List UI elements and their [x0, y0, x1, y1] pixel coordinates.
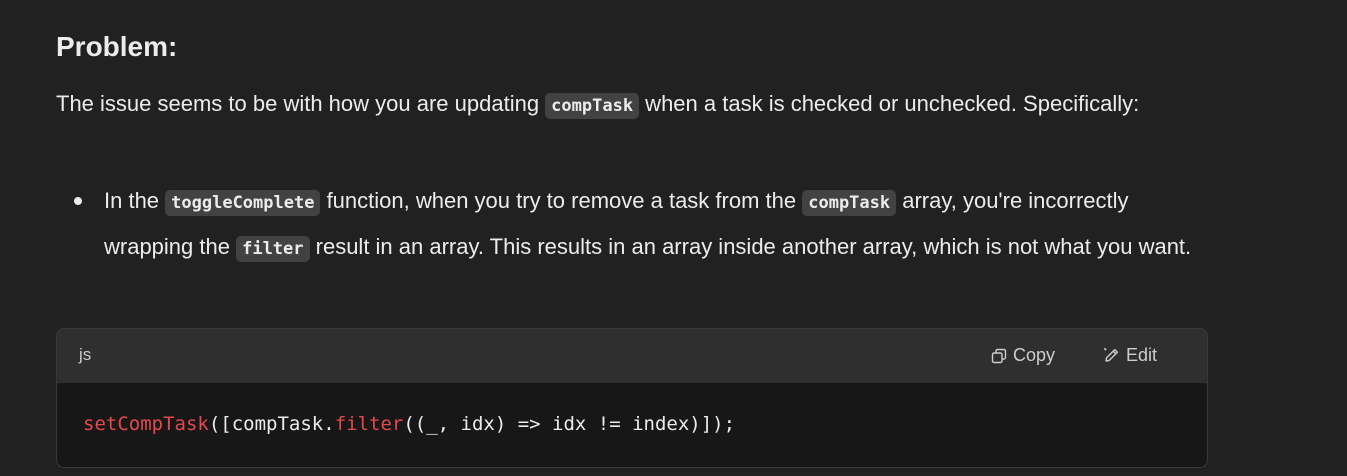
list-item: In the toggleComplete function, when you…	[56, 179, 1206, 271]
inline-code: toggleComplete	[165, 190, 321, 216]
list-item-text: In the	[104, 188, 166, 213]
edit-button[interactable]: Edit	[1103, 345, 1157, 366]
code-language-label: js	[79, 345, 92, 364]
code-line: setCompTask([compTask.filter((_, idx) =>…	[83, 413, 735, 435]
inline-code: filter	[236, 236, 310, 262]
problem-paragraph: The issue seems to be with how you are u…	[56, 83, 1206, 127]
copy-label: Copy	[1013, 345, 1056, 365]
code-block: js Copy Edit setCompTask([compTask.filte…	[56, 328, 1208, 468]
code-token-function: filter	[334, 413, 404, 435]
list-item-text: result in an array. This results in an a…	[309, 234, 1192, 259]
inline-code: compTask	[802, 190, 897, 216]
copy-icon	[991, 348, 1007, 364]
inline-code: compTask	[545, 93, 640, 119]
chat-response: Problem: The issue seems to be with how …	[0, 0, 1347, 476]
paragraph-text: The issue seems to be with how you are u…	[56, 91, 546, 116]
code-block-header: js Copy Edit	[57, 329, 1207, 383]
code-token: ([compTask.	[208, 413, 335, 435]
code-token: ((_, idx) => idx != index)]);	[403, 413, 736, 435]
bullet-marker	[74, 197, 82, 205]
copy-button[interactable]: Copy	[991, 345, 1055, 366]
edit-icon	[1103, 347, 1120, 364]
paragraph-text: when a task is checked or unchecked. Spe…	[639, 91, 1140, 116]
section-heading: Problem:	[56, 31, 178, 62]
edit-label: Edit	[1126, 345, 1158, 365]
list-item-text: function, when you try to remove a task …	[320, 188, 803, 213]
bullet-list: In the toggleComplete function, when you…	[56, 179, 1206, 271]
code-token-function: setCompTask	[83, 413, 209, 435]
